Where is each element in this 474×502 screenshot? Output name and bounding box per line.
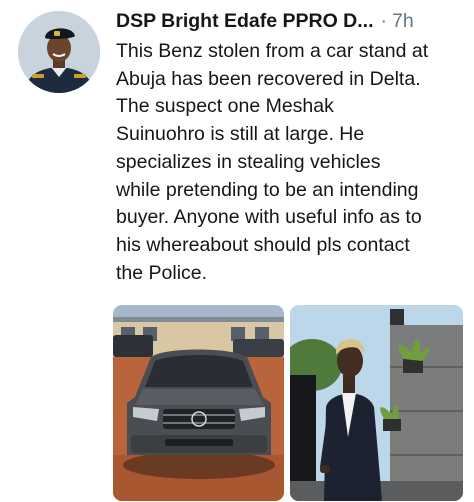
separator-dot: · <box>380 10 388 32</box>
suspect-photo-icon <box>290 305 463 501</box>
tweet-header: DSP Bright Edafe PPRO D... · 7h <box>116 9 468 35</box>
tweet-text: This Benz stolen from a car stand at Abu… <box>116 40 429 284</box>
author-name[interactable]: DSP Bright Edafe PPRO D... <box>116 9 374 33</box>
timestamp[interactable]: 7h <box>392 9 414 33</box>
tweet[interactable]: DSP Bright Edafe PPRO D... · 7h This Ben… <box>0 0 474 502</box>
car-photo-icon <box>113 305 284 501</box>
media-photo-suspect[interactable] <box>290 305 463 501</box>
media-photo-car[interactable] <box>113 305 284 501</box>
media-grid <box>113 305 463 501</box>
avatar-image <box>18 11 100 93</box>
avatar[interactable] <box>18 11 100 93</box>
